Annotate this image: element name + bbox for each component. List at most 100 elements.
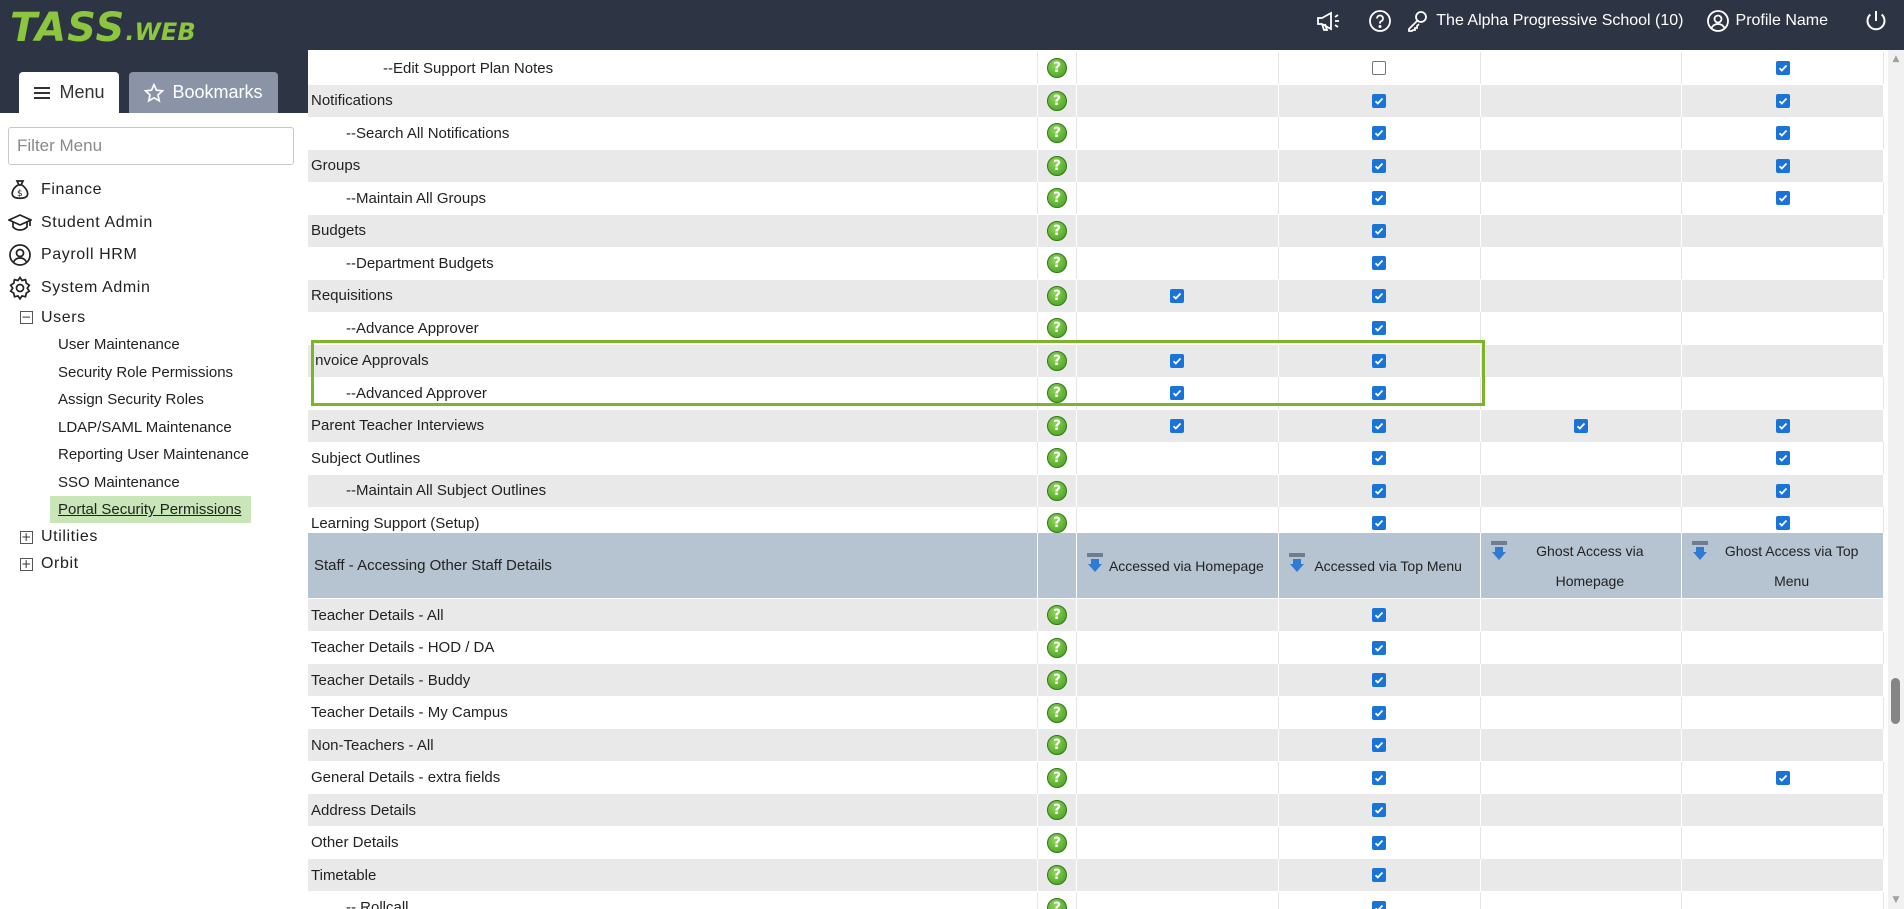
checkbox-checked[interactable] — [1372, 483, 1387, 498]
sidebar-item-assign-security-roles[interactable]: Assign Security Roles — [0, 386, 308, 414]
checkbox-checked[interactable] — [1372, 321, 1387, 335]
download-arrow-icon[interactable] — [1288, 553, 1305, 576]
checkbox-checked[interactable] — [1372, 900, 1387, 909]
help-icon[interactable]: ? — [1047, 253, 1068, 273]
download-arrow-icon[interactable] — [1087, 553, 1103, 576]
column-header-top-menu[interactable]: Accessed via Top Menu — [1279, 533, 1481, 598]
help-icon[interactable]: ? — [1047, 318, 1068, 338]
help-circle-icon[interactable] — [1366, 7, 1394, 35]
checkbox-checked[interactable] — [1775, 516, 1790, 530]
help-icon[interactable]: ? — [1047, 350, 1068, 371]
scroll-up-arrow-icon[interactable]: ▲ — [1891, 54, 1901, 64]
checkbox-unchecked[interactable] — [1372, 61, 1387, 75]
checkbox-checked[interactable] — [1775, 770, 1790, 785]
help-icon[interactable]: ? — [1047, 767, 1068, 788]
help-icon[interactable]: ? — [1047, 188, 1068, 208]
help-icon[interactable]: ? — [1047, 735, 1068, 755]
checkbox-checked[interactable] — [1775, 126, 1790, 140]
sidebar-item-ldap-saml-maintenance[interactable]: LDAP/SAML Maintenance — [0, 414, 308, 442]
help-icon[interactable]: ? — [1047, 702, 1068, 723]
sidebar-group-utilities[interactable]: + Utilities — [0, 524, 308, 551]
help-icon[interactable]: ? — [1047, 670, 1068, 690]
checkbox-checked[interactable] — [1170, 353, 1185, 368]
checkbox-checked[interactable] — [1372, 835, 1387, 850]
column-header-ghost-homepage[interactable]: Ghost Access via Homepage — [1481, 533, 1683, 598]
column-header-ghost-top-menu[interactable]: Ghost Access via Top Menu — [1682, 533, 1884, 598]
sidebar-item-payroll-hrm[interactable]: Payroll HRM — [0, 239, 308, 272]
sidebar-item-reporting-user-maintenance[interactable]: Reporting User Maintenance — [0, 441, 308, 469]
help-icon[interactable]: ? — [1047, 383, 1068, 403]
collapse-icon[interactable]: − — [20, 311, 33, 324]
download-arrow-icon[interactable] — [1490, 541, 1507, 564]
checkbox-checked[interactable] — [1372, 803, 1387, 817]
expand-icon[interactable]: + — [20, 557, 33, 571]
help-icon[interactable]: ? — [1047, 155, 1068, 176]
help-icon[interactable]: ? — [1047, 123, 1068, 143]
checkbox-checked[interactable] — [1775, 483, 1790, 498]
filter-menu-input[interactable] — [8, 127, 294, 165]
checkbox-checked[interactable] — [1775, 451, 1790, 465]
checkbox-checked[interactable] — [1372, 191, 1387, 205]
column-header-homepage[interactable]: Accessed via Homepage — [1077, 533, 1279, 598]
power-icon[interactable] — [1862, 7, 1890, 35]
help-icon[interactable]: ? — [1047, 220, 1068, 241]
megaphone-icon[interactable] — [1314, 7, 1342, 35]
checkbox-checked[interactable] — [1372, 673, 1387, 687]
checkbox-checked[interactable] — [1170, 288, 1185, 303]
checkbox-checked[interactable] — [1573, 418, 1588, 433]
tab-menu[interactable]: Menu — [19, 72, 119, 113]
checkbox-checked[interactable] — [1372, 451, 1387, 465]
checkbox-checked[interactable] — [1775, 61, 1790, 75]
sidebar-group-orbit[interactable]: + Orbit — [0, 551, 308, 578]
checkbox-checked[interactable] — [1372, 223, 1387, 238]
checkbox-checked[interactable] — [1775, 418, 1790, 433]
help-icon[interactable]: ? — [1047, 90, 1068, 111]
checkbox-checked[interactable] — [1372, 288, 1387, 303]
help-icon[interactable]: ? — [1047, 800, 1068, 820]
sidebar-item-finance[interactable]: $ Finance — [0, 174, 308, 207]
help-icon[interactable]: ? — [1047, 58, 1068, 78]
sidebar-group-users[interactable]: − Users — [0, 304, 308, 331]
tass-logo[interactable]: TASS .WEB — [10, 6, 196, 50]
help-icon[interactable]: ? — [1047, 637, 1068, 658]
checkbox-checked[interactable] — [1372, 516, 1387, 530]
help-icon[interactable]: ? — [1047, 448, 1068, 468]
checkbox-checked[interactable] — [1170, 386, 1185, 400]
vertical-scrollbar[interactable]: ▲ ▼ — [1888, 50, 1904, 909]
expand-icon[interactable]: + — [20, 530, 33, 544]
download-arrow-icon[interactable] — [1692, 541, 1709, 564]
help-icon[interactable]: ? — [1047, 605, 1068, 625]
checkbox-checked[interactable] — [1372, 608, 1387, 622]
checkbox-checked[interactable] — [1372, 640, 1387, 655]
checkbox-checked[interactable] — [1372, 418, 1387, 433]
help-icon[interactable]: ? — [1047, 865, 1068, 885]
sidebar-item-sso-maintenance[interactable]: SSO Maintenance — [0, 469, 308, 497]
profile-menu[interactable]: Profile Name — [1706, 9, 1828, 33]
help-icon[interactable]: ? — [1047, 897, 1068, 909]
checkbox-checked[interactable] — [1372, 386, 1387, 400]
checkbox-checked[interactable] — [1372, 353, 1387, 368]
sidebar-item-portal-security-permissions[interactable]: Portal Security Permissions — [0, 496, 308, 524]
checkbox-checked[interactable] — [1372, 705, 1387, 720]
scroll-down-arrow-icon[interactable]: ▼ — [1891, 895, 1901, 905]
help-icon[interactable]: ? — [1047, 285, 1068, 306]
tab-bookmarks[interactable]: Bookmarks — [129, 72, 278, 113]
checkbox-checked[interactable] — [1372, 93, 1387, 108]
checkbox-checked[interactable] — [1170, 418, 1185, 433]
checkbox-checked[interactable] — [1372, 770, 1387, 785]
help-icon[interactable]: ? — [1047, 480, 1068, 501]
help-icon[interactable]: ? — [1047, 415, 1068, 436]
sidebar-item-security-role-permissions[interactable]: Security Role Permissions — [0, 359, 308, 387]
help-icon[interactable]: ? — [1047, 832, 1068, 853]
sidebar-item-system-admin[interactable]: System Admin — [0, 272, 308, 305]
checkbox-checked[interactable] — [1372, 738, 1387, 752]
checkbox-checked[interactable] — [1775, 191, 1790, 205]
school-selector[interactable]: The Alpha Progressive School (10) — [1406, 9, 1684, 33]
sidebar-item-user-maintenance[interactable]: User Maintenance — [0, 331, 308, 359]
checkbox-checked[interactable] — [1372, 158, 1387, 173]
checkbox-checked[interactable] — [1775, 93, 1790, 108]
help-icon[interactable]: ? — [1047, 513, 1068, 533]
checkbox-checked[interactable] — [1775, 158, 1790, 173]
checkbox-checked[interactable] — [1372, 126, 1387, 140]
sidebar-item-student-admin[interactable]: Student Admin — [0, 207, 308, 240]
